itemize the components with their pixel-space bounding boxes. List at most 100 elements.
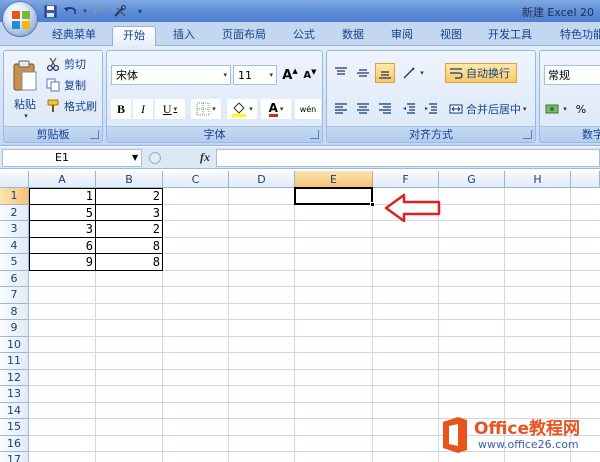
row-header-2[interactable]: 2	[0, 204, 29, 221]
cell-a3[interactable]: 3	[29, 221, 96, 238]
fill-color-button[interactable]: ▾	[227, 99, 257, 119]
tab-developer[interactable]: 开发工具	[478, 26, 542, 46]
font-size-select[interactable]: 11 ▾	[233, 65, 277, 85]
name-box-dropdown-icon[interactable]: ▼	[132, 149, 138, 167]
accounting-format-button[interactable]: ▾	[544, 99, 568, 119]
phonetic-button[interactable]: wén	[295, 99, 321, 119]
cut-button[interactable]: 剪切	[46, 55, 86, 73]
cell-a4[interactable]: 6	[29, 238, 96, 255]
clipboard-group: 粘贴 ▾ 剪切 复制 格式刷 剪贴板	[3, 50, 103, 143]
orientation-button[interactable]: ▾	[399, 63, 427, 83]
cell-border-line	[162, 188, 163, 271]
tab-view[interactable]: 视图	[430, 26, 472, 46]
column-header-a[interactable]: A	[29, 171, 96, 188]
align-center-button[interactable]	[353, 99, 373, 119]
font-launcher-icon[interactable]	[310, 130, 319, 139]
tab-page-layout[interactable]: 页面布局	[212, 26, 276, 46]
tools-icon[interactable]	[112, 4, 128, 19]
insert-function-button[interactable]: fx	[200, 150, 210, 165]
column-header-overflow[interactable]	[571, 171, 600, 188]
row-header-7[interactable]: 7	[0, 287, 29, 304]
shrink-font-button[interactable]: A ▼	[301, 65, 319, 85]
tab-data[interactable]: 数据	[332, 26, 374, 46]
row-header-8[interactable]: 8	[0, 303, 29, 320]
tab-review[interactable]: 审阅	[381, 26, 423, 46]
clipboard-launcher-icon[interactable]	[90, 130, 99, 139]
name-box[interactable]: E1	[2, 149, 142, 167]
bold-button[interactable]: B	[111, 99, 131, 119]
cell-a1[interactable]: 1	[29, 188, 96, 205]
accounting-dropdown-icon: ▾	[563, 105, 567, 113]
row-header-12[interactable]: 12	[0, 369, 29, 386]
column-header-c[interactable]: C	[163, 171, 229, 188]
row-header-1[interactable]: 1	[0, 188, 29, 205]
cell-b3[interactable]: 2	[96, 221, 163, 238]
save-icon[interactable]	[42, 4, 58, 19]
cell-b4[interactable]: 8	[96, 238, 163, 255]
row-header-11[interactable]: 11	[0, 353, 29, 370]
office-button[interactable]	[2, 1, 38, 37]
merge-center-button[interactable]: 合并后居中 ▾	[445, 99, 535, 119]
undo-icon[interactable]	[62, 4, 78, 19]
align-middle-button[interactable]	[353, 63, 373, 83]
row-header-14[interactable]: 14	[0, 402, 29, 419]
column-header-b[interactable]: B	[96, 171, 163, 188]
column-header-h[interactable]: H	[505, 171, 571, 188]
formula-input[interactable]	[216, 149, 600, 167]
decrease-indent-button[interactable]	[399, 99, 419, 119]
alignment-launcher-icon[interactable]	[523, 130, 532, 139]
column-header-g[interactable]: G	[439, 171, 505, 188]
select-all-corner[interactable]	[0, 171, 29, 188]
cell-a5[interactable]: 9	[29, 254, 96, 271]
column-header-f[interactable]: F	[373, 171, 439, 188]
tab-home[interactable]: 开始	[112, 26, 156, 46]
align-top-button[interactable]	[331, 63, 351, 83]
cell-a2[interactable]: 5	[29, 205, 96, 222]
align-left-button[interactable]	[331, 99, 351, 119]
cell-b1[interactable]: 2	[96, 188, 163, 205]
increase-indent-button[interactable]	[421, 99, 441, 119]
copy-button[interactable]: 复制	[46, 76, 86, 94]
undo-dropdown-icon[interactable]: ▾	[82, 4, 88, 19]
row-header-17[interactable]: 17	[0, 452, 29, 462]
tab-classic-menu[interactable]: 经典菜单	[42, 26, 106, 46]
row-header-15[interactable]: 15	[0, 419, 29, 436]
column-header-e[interactable]: E	[295, 171, 373, 188]
number-format-select[interactable]: 常规	[544, 65, 600, 85]
italic-button[interactable]: I	[133, 99, 153, 119]
redo-icon[interactable]	[92, 4, 108, 19]
underline-button[interactable]: U ▾	[155, 99, 185, 119]
row-header-3[interactable]: 3	[0, 221, 29, 238]
annotation-arrow-icon	[384, 193, 441, 223]
grow-font-button[interactable]: A ▲	[281, 65, 299, 85]
percent-button[interactable]: %	[572, 99, 590, 119]
cell-b5[interactable]: 8	[96, 254, 163, 271]
customize-qat-icon[interactable]: ▾	[132, 4, 148, 19]
borders-button[interactable]: ▾	[191, 99, 221, 119]
tab-formulas[interactable]: 公式	[283, 26, 325, 46]
fill-handle[interactable]	[370, 201, 375, 207]
format-painter-button[interactable]: 格式刷	[46, 97, 97, 115]
font-color-button[interactable]: A ▾	[261, 99, 291, 119]
align-bottom-button[interactable]	[375, 63, 395, 83]
row-header-5[interactable]: 5	[0, 254, 29, 271]
cell-b2[interactable]: 3	[96, 205, 163, 222]
underline-label: U	[162, 101, 172, 116]
paste-button[interactable]: 粘贴 ▾	[8, 55, 42, 125]
tab-insert[interactable]: 插入	[163, 26, 205, 46]
font-name-select[interactable]: 宋体 ▾	[111, 65, 231, 85]
tab-special-features[interactable]: 特色功能	[550, 26, 600, 46]
cancel-formula-icon[interactable]	[148, 149, 162, 167]
row-header-16[interactable]: 16	[0, 435, 29, 452]
row-header-10[interactable]: 10	[0, 336, 29, 353]
column-header-d[interactable]: D	[229, 171, 295, 188]
cell-border-line	[29, 236, 163, 238]
row-header-13[interactable]: 13	[0, 386, 29, 403]
row-header-9[interactable]: 9	[0, 320, 29, 337]
excel-window: ▾ ▾ 新建 Excel 20 经典菜单 开始 插入 页面布局 公式 数据 审阅…	[0, 0, 600, 462]
wrap-text-button[interactable]: 自动换行	[445, 63, 517, 83]
row-header-6[interactable]: 6	[0, 270, 29, 287]
watermark-title: Office教程网	[474, 419, 581, 439]
row-header-4[interactable]: 4	[0, 237, 29, 254]
align-right-button[interactable]	[375, 99, 395, 119]
